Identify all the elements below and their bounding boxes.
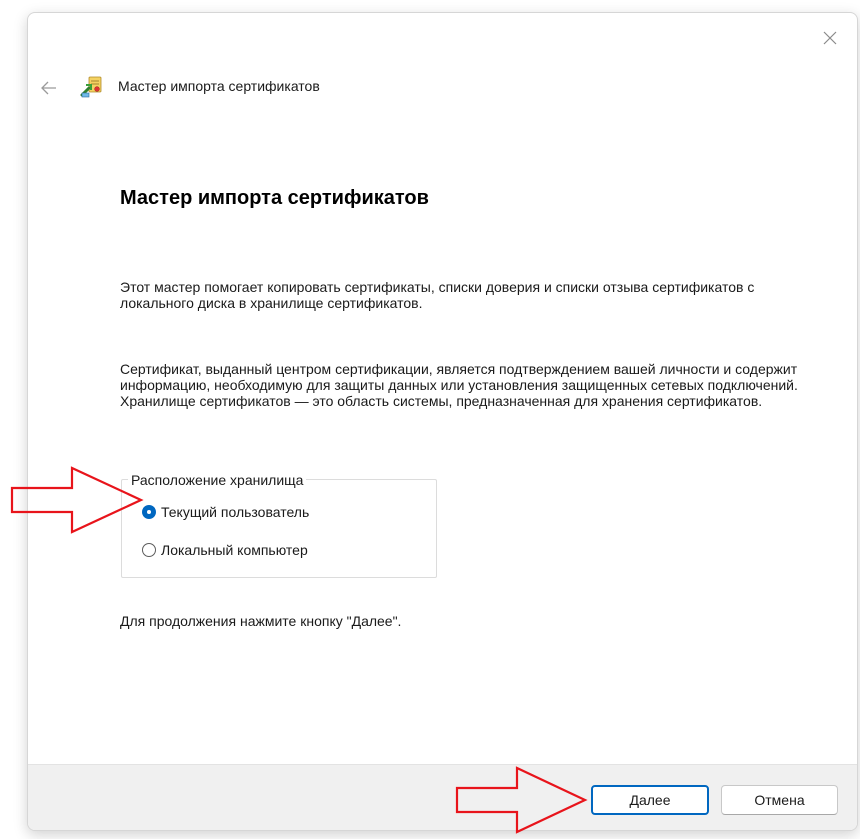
certificate-import-wizard-window: Мастер импорта сертификатов Мастер импор… xyxy=(27,12,858,831)
radio-local-machine[interactable]: Локальный компьютер xyxy=(142,542,308,558)
back-button[interactable] xyxy=(36,75,62,101)
cancel-button[interactable]: Отмена xyxy=(721,785,838,815)
close-button[interactable] xyxy=(815,23,845,53)
window-title: Мастер импорта сертификатов xyxy=(118,78,320,94)
red-pointer-arrow-icon xyxy=(455,766,588,834)
radio-current-user-label: Текущий пользователь xyxy=(161,504,310,520)
next-button[interactable]: Далее xyxy=(591,785,709,815)
store-location-legend: Расположение хранилища xyxy=(128,472,307,488)
radio-current-user[interactable]: Текущий пользователь xyxy=(142,504,309,520)
description-paragraph: Сертификат, выданный центром сертификаци… xyxy=(120,361,798,409)
radio-unchecked-icon xyxy=(142,543,156,557)
page-heading: Мастер импорта сертификатов xyxy=(120,187,429,209)
store-location-group: Расположение хранилища Текущий пользоват… xyxy=(121,472,437,578)
footer-bar: Далее Отмена xyxy=(28,764,857,830)
red-pointer-arrow-icon xyxy=(10,466,144,534)
intro-paragraph: Этот мастер помогает копировать сертифик… xyxy=(120,279,755,311)
back-arrow-icon xyxy=(41,81,56,95)
close-icon xyxy=(823,31,837,45)
radio-local-machine-label: Локальный компьютер xyxy=(161,542,308,558)
certificate-wizard-icon xyxy=(80,76,102,98)
continue-hint: Для продолжения нажмите кнопку "Далее". xyxy=(120,613,402,629)
